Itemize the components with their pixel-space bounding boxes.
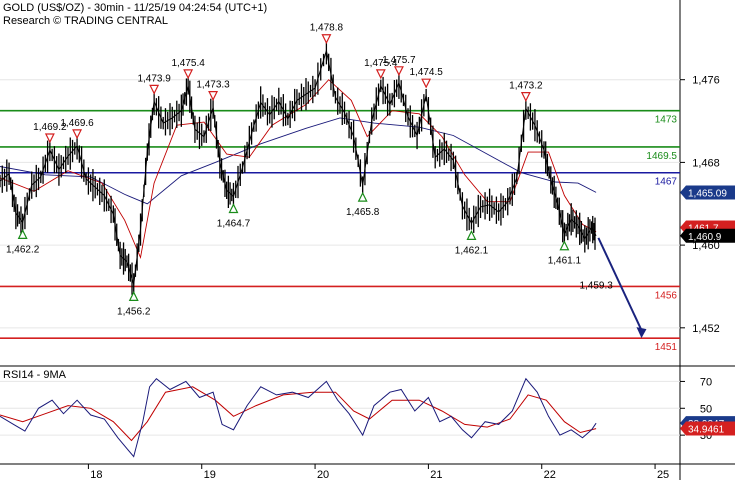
rsi-tick-label: 50 xyxy=(700,403,712,415)
high-marker xyxy=(321,34,332,45)
low-label: 1,462.1 xyxy=(455,245,489,256)
high-label: 1,474.5 xyxy=(409,67,443,78)
x-tick-label: 21 xyxy=(430,469,442,480)
price-tick-label: 1,476 xyxy=(692,75,720,87)
low-marker xyxy=(17,229,28,239)
rsi-panel: 30507038.924734.9461 xyxy=(0,376,735,458)
level-label-pivot: 1467 xyxy=(655,177,678,188)
annotations: 1,462.21,469.21,469.61,456.21,473.91,475… xyxy=(6,23,613,318)
x-tick-label: 19 xyxy=(204,469,216,480)
level-label-resistance: 1473 xyxy=(655,115,678,126)
high-label: 1,478.8 xyxy=(310,23,344,34)
x-tick-label: 25 xyxy=(657,469,669,480)
level-label-support: 1456 xyxy=(655,290,678,301)
low-label: 1,464.7 xyxy=(217,219,251,230)
rsi-badge-label: 34.9461 xyxy=(688,425,725,436)
rsi-line xyxy=(0,377,597,458)
price-line xyxy=(0,50,597,285)
high-label: 1,473.9 xyxy=(137,73,171,84)
rsi-title: RSI14 - 9MA xyxy=(3,369,66,381)
high-label: 1,473.3 xyxy=(196,80,230,91)
low-marker xyxy=(559,240,570,251)
low-marker xyxy=(357,191,368,202)
chart-canvas: 14731469.5146714561451 1,462.21,469.21,4… xyxy=(0,0,735,480)
forecast-arrow-head xyxy=(636,327,647,339)
x-tick-label: 18 xyxy=(90,469,102,480)
low-label: 1,456.2 xyxy=(117,306,151,317)
price-tick-label: 1,468 xyxy=(692,157,720,169)
low-marker xyxy=(128,291,139,301)
low-label: 1,462.2 xyxy=(6,244,40,255)
level-label-support: 1451 xyxy=(655,342,678,353)
high-marker xyxy=(72,129,83,140)
low-marker xyxy=(228,203,239,214)
x-axis: 18 19 20 21 22 25 xyxy=(87,464,669,480)
x-tick-label: 20 xyxy=(317,469,329,480)
price-lines xyxy=(0,37,647,339)
high-marker xyxy=(149,84,160,95)
high-marker xyxy=(208,91,219,101)
low-label: 1,461.1 xyxy=(548,256,582,267)
price-badge-label: 1,465.09 xyxy=(688,188,727,199)
high-marker xyxy=(375,69,386,80)
x-tick-label: 22 xyxy=(544,469,556,480)
projection-label: 1,459.3 xyxy=(579,280,613,291)
ma-fast-line xyxy=(0,79,597,260)
rsi-tick-label: 70 xyxy=(700,376,712,388)
high-label: 1,469.6 xyxy=(60,118,94,129)
high-label: 1,473.2 xyxy=(509,81,543,92)
high-marker xyxy=(421,78,432,89)
price-axis: 1,4521,4601,4681,4761,465.091461.71,460.… xyxy=(680,75,735,335)
chart-subtitle: Research © TRADING CENTRAL xyxy=(3,15,168,27)
high-marker xyxy=(520,92,531,102)
high-marker xyxy=(183,69,194,80)
level-label-resistance: 1469.5 xyxy=(646,151,677,162)
high-label: 1,475.4 xyxy=(171,58,205,69)
high-marker xyxy=(393,66,404,77)
price-badge-label: 1,460.9 xyxy=(688,232,722,243)
chart-title: GOLD (US$/OZ) - 30min - 11/25/19 04:24:5… xyxy=(3,2,268,14)
price-tick-label: 1,452 xyxy=(692,323,720,335)
ma-slow-line xyxy=(0,117,597,205)
low-label: 1,465.8 xyxy=(346,207,380,218)
high-label: 1,475.7 xyxy=(382,55,416,66)
